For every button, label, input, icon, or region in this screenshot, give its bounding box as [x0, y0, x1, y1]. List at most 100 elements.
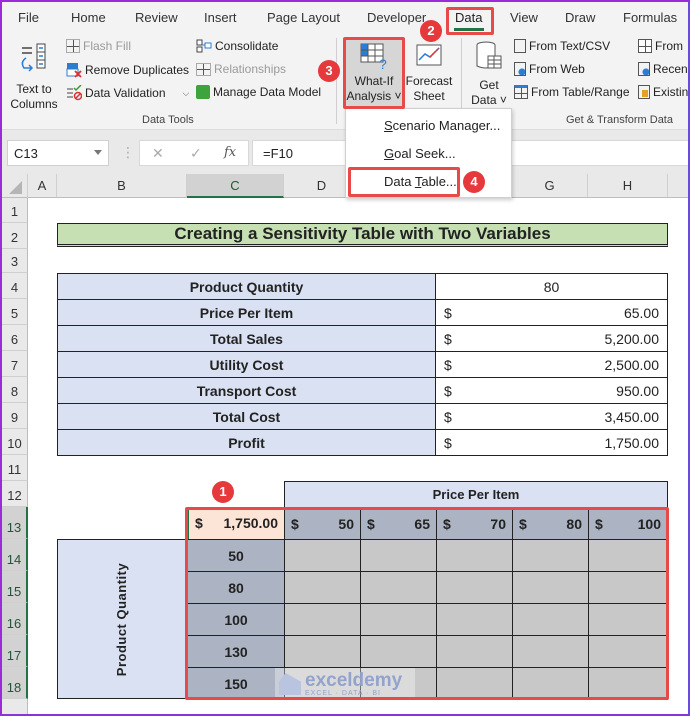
row-header-9[interactable]: 9: [2, 403, 28, 429]
price-header-cell[interactable]: $65: [360, 507, 437, 540]
row-header-2[interactable]: 2: [2, 223, 28, 249]
sheet-title[interactable]: Creating a Sensitivity Table with Two Va…: [57, 223, 668, 247]
result-cell[interactable]: [436, 635, 513, 668]
column-header-b[interactable]: B: [57, 174, 187, 198]
result-cell[interactable]: [436, 539, 513, 572]
row-header-16[interactable]: 16: [2, 603, 28, 635]
row-header-14[interactable]: 14: [2, 539, 28, 571]
summary-label-cell[interactable]: Total Cost: [57, 403, 436, 430]
product-quantity-header[interactable]: Product Quantity: [57, 539, 187, 699]
result-cell[interactable]: [512, 667, 589, 700]
tab-review[interactable]: Review: [135, 10, 178, 25]
result-cell[interactable]: [436, 667, 513, 700]
from-table-range-button[interactable]: From Table/Range: [514, 85, 630, 99]
row-header-10[interactable]: 10: [2, 429, 28, 455]
result-cell[interactable]: [512, 603, 589, 636]
result-cell[interactable]: [360, 539, 437, 572]
get-data-button[interactable]: Get Data ˅: [468, 40, 510, 108]
summary-label-cell[interactable]: Utility Cost: [57, 351, 436, 378]
tab-formulas[interactable]: Formulas: [623, 10, 677, 25]
result-cell[interactable]: [436, 571, 513, 604]
result-cell[interactable]: [360, 603, 437, 636]
result-cell[interactable]: [512, 539, 589, 572]
recent-sources-button[interactable]: Recen: [638, 62, 688, 76]
price-header-cell[interactable]: $80: [512, 507, 589, 540]
row-header-15[interactable]: 15: [2, 571, 28, 603]
column-header-g[interactable]: G: [512, 174, 588, 198]
price-header-cell[interactable]: $50: [284, 507, 361, 540]
tab-page-layout[interactable]: Page Layout: [267, 10, 340, 25]
existing-connections-button[interactable]: Existin: [638, 85, 688, 99]
result-cell[interactable]: [512, 635, 589, 668]
row-header-12[interactable]: 12: [2, 481, 28, 507]
result-cell[interactable]: [284, 539, 361, 572]
corner-formula-cell[interactable]: $ 1,750.00: [187, 507, 284, 539]
row-header-5[interactable]: 5: [2, 299, 28, 325]
cancel-icon[interactable]: ✕: [152, 145, 164, 162]
menu-item-goal-seek[interactable]: Goal Seek...: [384, 146, 456, 161]
summary-value-cell[interactable]: $1,750.00: [435, 429, 668, 456]
consolidate-button[interactable]: Consolidate: [196, 39, 278, 53]
summary-label-cell[interactable]: Price Per Item: [57, 299, 436, 326]
menu-item-scenario-manager[interactable]: Scenario Manager...: [384, 118, 500, 133]
from-web-button[interactable]: From Web: [514, 62, 585, 76]
column-header-h[interactable]: H: [588, 174, 668, 198]
result-cell[interactable]: [588, 571, 668, 604]
enter-check-icon[interactable]: ✓: [190, 145, 202, 162]
summary-label-cell[interactable]: Total Sales: [57, 325, 436, 352]
price-per-item-header[interactable]: Price Per Item: [284, 481, 668, 508]
price-header-cell[interactable]: $100: [588, 507, 668, 540]
summary-value-cell[interactable]: $3,450.00: [435, 403, 668, 430]
menu-item-data-table[interactable]: Data Table...: [384, 174, 457, 189]
result-cell[interactable]: [512, 571, 589, 604]
quantity-cell[interactable]: 80: [187, 571, 285, 604]
data-validation-dropdown-icon[interactable]: ⌵: [183, 88, 190, 99]
result-cell[interactable]: [360, 571, 437, 604]
summary-value-cell[interactable]: $950.00: [435, 377, 668, 404]
result-cell[interactable]: [360, 635, 437, 668]
column-header-a[interactable]: A: [28, 174, 57, 198]
name-box[interactable]: C13: [7, 140, 109, 166]
quantity-cell[interactable]: 130: [187, 635, 285, 668]
insert-function-icon[interactable]: fx: [224, 145, 236, 160]
row-header-13[interactable]: 13: [2, 507, 28, 539]
row-header-18[interactable]: 18: [2, 667, 28, 699]
data-validation-button[interactable]: Data Validation ⌵: [66, 85, 189, 101]
row-header-3[interactable]: 3: [2, 249, 28, 273]
row-header-8[interactable]: 8: [2, 377, 28, 403]
row-header-17[interactable]: 17: [2, 635, 28, 667]
tab-developer[interactable]: Developer: [367, 10, 426, 25]
select-all-corner[interactable]: [2, 174, 28, 198]
result-cell[interactable]: [588, 667, 668, 700]
row-header-11[interactable]: 11: [2, 455, 28, 481]
tab-draw[interactable]: Draw: [565, 10, 595, 25]
relationships-button[interactable]: Relationships: [196, 62, 286, 76]
summary-label-cell[interactable]: Transport Cost: [57, 377, 436, 404]
quantity-cell[interactable]: 150: [187, 667, 285, 700]
manage-data-model-button[interactable]: Manage Data Model: [196, 85, 321, 99]
remove-duplicates-button[interactable]: Remove Duplicates: [66, 62, 189, 78]
result-cell[interactable]: [284, 635, 361, 668]
what-if-analysis-button[interactable]: ? What-If Analysis ˅: [345, 38, 403, 106]
result-cell[interactable]: [284, 603, 361, 636]
result-cell[interactable]: [588, 539, 668, 572]
column-header-c[interactable]: C: [187, 174, 284, 198]
result-cell[interactable]: [436, 603, 513, 636]
summary-value-cell[interactable]: 80: [435, 273, 668, 300]
quantity-cell[interactable]: 100: [187, 603, 285, 636]
result-cell[interactable]: [284, 571, 361, 604]
text-to-columns-button[interactable]: Text to Columns: [8, 42, 60, 112]
tab-home[interactable]: Home: [71, 10, 106, 25]
chevron-down-icon[interactable]: [94, 150, 102, 155]
row-header-6[interactable]: 6: [2, 325, 28, 351]
tab-view[interactable]: View: [510, 10, 538, 25]
tab-insert[interactable]: Insert: [204, 10, 237, 25]
summary-value-cell[interactable]: $5,200.00: [435, 325, 668, 352]
row-header-7[interactable]: 7: [2, 351, 28, 377]
summary-label-cell[interactable]: Profit: [57, 429, 436, 456]
tab-data[interactable]: Data: [455, 10, 482, 25]
row-header-1[interactable]: 1: [2, 198, 28, 223]
result-cell[interactable]: [588, 603, 668, 636]
summary-label-cell[interactable]: Product Quantity: [57, 273, 436, 300]
flash-fill-button[interactable]: Flash Fill: [66, 39, 131, 53]
